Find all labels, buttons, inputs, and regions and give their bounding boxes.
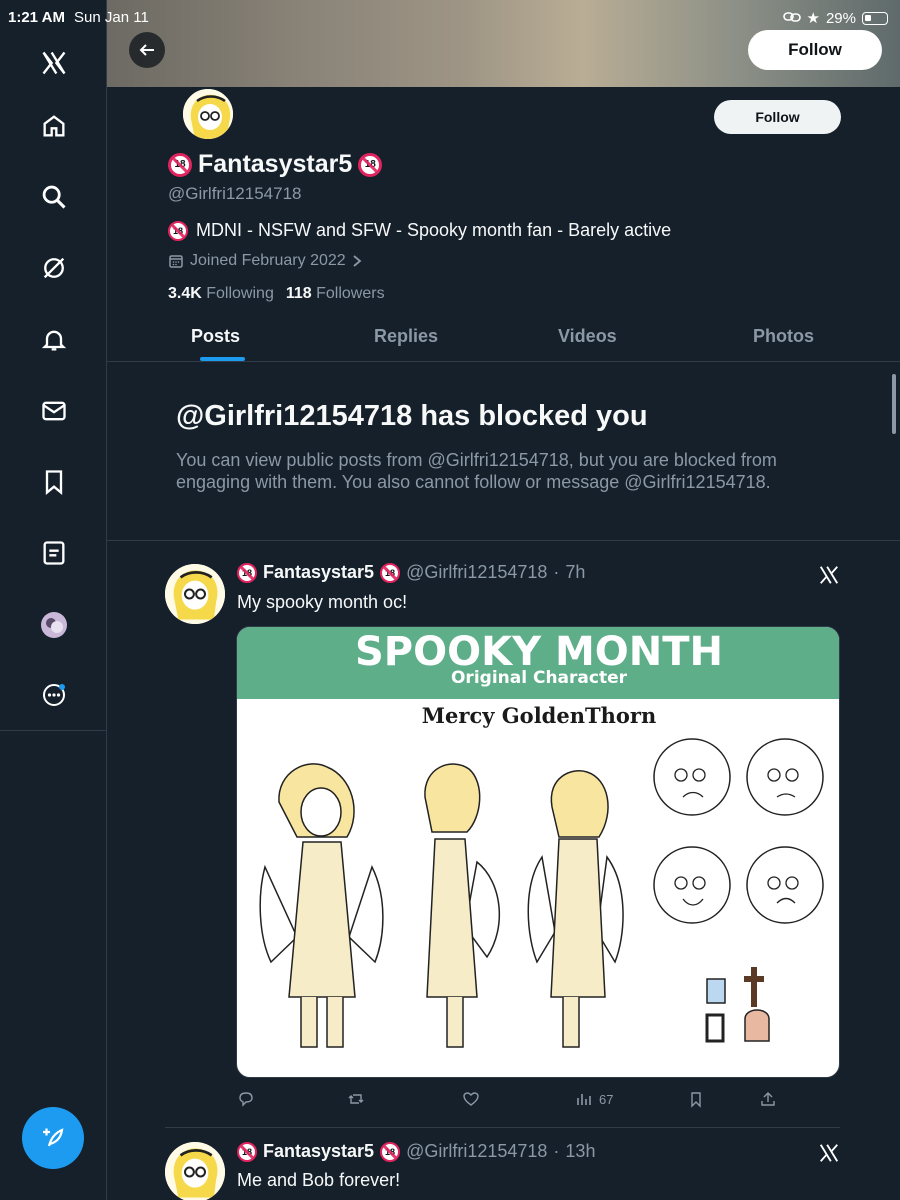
tweet-author-handle[interactable]: @Girlfri12154718 bbox=[406, 562, 547, 583]
tweet-header: 18 Fantasystar5 18 @Girlfri12154718 · 7h bbox=[237, 562, 585, 583]
tweet-time[interactable]: 7h bbox=[565, 562, 585, 583]
share-button[interactable] bbox=[759, 1090, 777, 1108]
back-button[interactable] bbox=[129, 32, 165, 68]
tweet-avatar[interactable] bbox=[165, 1142, 225, 1200]
status-indicators: ★ 29% bbox=[782, 9, 888, 27]
age-restricted-icon: 18 bbox=[358, 152, 383, 177]
bookmark-icon bbox=[691, 1092, 701, 1108]
chevron-right-icon bbox=[353, 255, 362, 267]
joined-date[interactable]: Joined February 2022 bbox=[168, 252, 362, 270]
arrow-left-icon bbox=[139, 44, 154, 56]
share-icon bbox=[761, 1092, 775, 1106]
profile-avatar-large[interactable] bbox=[181, 87, 235, 141]
header-follow-button[interactable]: Follow bbox=[748, 30, 882, 70]
sidebar-divider bbox=[0, 730, 107, 731]
calendar-icon bbox=[169, 255, 183, 268]
following-label: Following bbox=[206, 285, 274, 302]
status-bar: 1:21 AM Sun Jan 11 ★ 29% bbox=[0, 0, 900, 34]
character-sheet-illustration bbox=[259, 738, 824, 1048]
heart-icon bbox=[463, 1092, 479, 1106]
tweet-author-name[interactable]: Fantasystar5 bbox=[263, 562, 374, 583]
profile-avatar[interactable] bbox=[34, 605, 74, 645]
battery-percent: 29% bbox=[825, 9, 856, 27]
tab-photos[interactable]: Photos bbox=[753, 326, 814, 347]
separator-dot: · bbox=[553, 1141, 560, 1161]
notifications-icon[interactable] bbox=[34, 320, 74, 360]
x-logo-icon[interactable] bbox=[34, 43, 74, 83]
repost-icon bbox=[348, 1094, 364, 1104]
age-restricted-icon: 18 bbox=[237, 562, 257, 583]
tweet-author-handle[interactable]: @Girlfri12154718 bbox=[406, 1141, 547, 1162]
tab-posts[interactable]: Posts bbox=[191, 326, 240, 347]
age-restricted-icon: 18 bbox=[380, 562, 401, 583]
messages-icon[interactable] bbox=[34, 391, 74, 431]
following-link[interactable]: 3.4K Following bbox=[168, 285, 274, 303]
x-logo-icon[interactable] bbox=[818, 1142, 840, 1164]
tweet-author-name[interactable]: Fantasystar5 bbox=[263, 1141, 374, 1162]
separator-dot: · bbox=[553, 562, 560, 582]
bookmarks-icon[interactable] bbox=[34, 462, 74, 502]
section-divider bbox=[107, 540, 900, 541]
views-button[interactable]: 67 bbox=[575, 1090, 613, 1108]
bookmark-button[interactable] bbox=[687, 1090, 705, 1108]
star-icon: ★ bbox=[806, 10, 820, 27]
tab-replies[interactable]: Replies bbox=[374, 326, 438, 347]
tweet-actions: 67 bbox=[237, 1090, 777, 1110]
tweet-divider bbox=[165, 1127, 840, 1128]
battery-icon bbox=[862, 11, 888, 25]
status-date: Sun Jan 11 bbox=[74, 9, 149, 26]
age-restricted-icon: 18 bbox=[168, 220, 188, 241]
compose-button[interactable] bbox=[22, 1107, 84, 1169]
follow-stats: 3.4K Following 118 Followers bbox=[168, 285, 385, 303]
profile-tabs: Posts Replies Videos Photos bbox=[107, 312, 900, 362]
tweet-header: 18 Fantasystar5 18 @Girlfri12154718 · 13… bbox=[237, 1141, 595, 1162]
sidebar bbox=[0, 0, 107, 1200]
blocked-message: You can view public posts from @Girlfri1… bbox=[176, 450, 777, 492]
repost-button[interactable] bbox=[347, 1090, 365, 1108]
scrollbar[interactable] bbox=[892, 374, 896, 434]
active-tab-indicator bbox=[200, 357, 245, 361]
grok-icon[interactable] bbox=[34, 248, 74, 288]
joined-text: Joined February 2022 bbox=[190, 252, 346, 269]
tweet-time[interactable]: 13h bbox=[565, 1141, 595, 1162]
profile-bio: 18 MDNI - NSFW and SFW - Spooky month fa… bbox=[168, 220, 671, 241]
display-name: 18 Fantasystar5 18 bbox=[168, 150, 383, 179]
age-restricted-icon: 18 bbox=[237, 1141, 257, 1162]
profile-handle: @Girlfri12154718 bbox=[168, 184, 302, 203]
reply-button[interactable] bbox=[237, 1090, 255, 1108]
followers-link[interactable]: 118 Followers bbox=[286, 285, 385, 303]
reply-icon bbox=[239, 1092, 253, 1107]
bio-text: MDNI - NSFW and SFW - Spooky month fan -… bbox=[196, 220, 672, 240]
tweet-text: Me and Bob forever! bbox=[237, 1170, 401, 1190]
tweet-media[interactable]: SPOOKY MONTH Original Character Mercy Go… bbox=[236, 626, 840, 1078]
views-icon bbox=[577, 1094, 591, 1105]
status-time: 1:21 AM bbox=[8, 9, 65, 26]
like-button[interactable] bbox=[462, 1090, 480, 1108]
followers-count: 118 bbox=[285, 285, 312, 302]
age-restricted-icon: 18 bbox=[380, 1141, 401, 1162]
followers-label: Followers bbox=[316, 285, 385, 302]
lists-icon[interactable] bbox=[34, 533, 74, 573]
age-restricted-icon: 18 bbox=[168, 152, 192, 177]
link-icon bbox=[782, 10, 801, 27]
tab-videos[interactable]: Videos bbox=[558, 326, 617, 347]
blocked-title: @Girlfri12154718 has blocked you bbox=[176, 400, 648, 432]
views-count: 67 bbox=[599, 1091, 614, 1107]
x-logo-icon[interactable] bbox=[818, 564, 840, 586]
display-name-text: Fantasystar5 bbox=[198, 150, 353, 178]
feather-plus-icon bbox=[43, 1128, 64, 1147]
search-icon[interactable] bbox=[34, 177, 74, 217]
home-icon[interactable] bbox=[34, 106, 74, 146]
more-icon[interactable] bbox=[34, 675, 74, 715]
tweet-text: My spooky month oc! bbox=[237, 592, 408, 612]
tweet-avatar[interactable] bbox=[165, 564, 225, 624]
following-count: 3.4K bbox=[168, 285, 202, 302]
follow-button[interactable]: Follow bbox=[714, 100, 841, 134]
